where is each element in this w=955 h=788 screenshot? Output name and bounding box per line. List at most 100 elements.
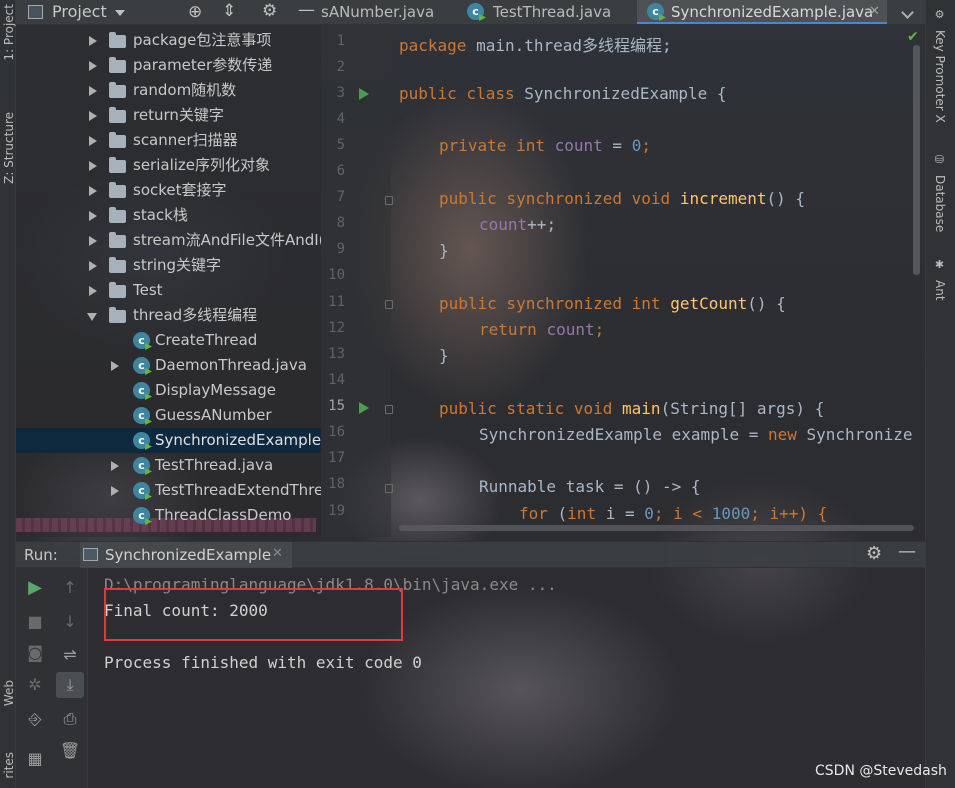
run-main-icon[interactable]: [359, 402, 369, 414]
print-icon[interactable]: ⎙: [59, 708, 81, 730]
expand-arrow-icon[interactable]: [89, 186, 97, 196]
expand-arrow-icon[interactable]: [89, 36, 97, 46]
expand-arrow-icon[interactable]: [89, 211, 97, 221]
number: 0: [644, 504, 654, 523]
locate-icon[interactable]: ⊕: [188, 2, 202, 22]
tab-test-thread[interactable]: c TestThread.java: [459, 0, 634, 24]
run-class-icon[interactable]: [359, 88, 369, 100]
key-promoter-tab[interactable]: Key Promoter X: [933, 30, 947, 123]
layout-icon[interactable]: ▦: [24, 748, 46, 770]
close-icon[interactable]: ✕: [869, 0, 880, 24]
up-arrow-icon[interactable]: ↑: [59, 577, 81, 599]
folder-icon: [109, 232, 126, 248]
fold-icon[interactable]: [385, 405, 393, 414]
debug-icon[interactable]: ✲: [24, 674, 46, 696]
field: count: [554, 136, 603, 155]
tree-item[interactable]: package包注意事项: [16, 28, 321, 53]
tree-item[interactable]: serialize序列化对象: [16, 153, 321, 178]
folder-icon: [109, 132, 126, 148]
tree-item[interactable]: c GuessANumber: [16, 403, 321, 428]
tree-item[interactable]: c TestThreadExtendThre: [16, 478, 321, 503]
tab-guess-a-number[interactable]: sANumber.java: [321, 0, 456, 24]
tree-item[interactable]: Test: [16, 278, 321, 303]
structure-tool-tab[interactable]: Z: Structure: [2, 112, 16, 184]
tree-item-label: random随机数: [133, 81, 237, 99]
tree-item-label: parameter参数传递: [133, 56, 273, 74]
tree-item[interactable]: return关键字: [16, 103, 321, 128]
tree-item[interactable]: scanner扫描器: [16, 128, 321, 153]
expand-arrow-icon[interactable]: [89, 236, 97, 246]
editor-vertical-scrollbar[interactable]: [913, 45, 920, 275]
collapse-arrow-icon[interactable]: [87, 313, 97, 321]
close-icon[interactable]: ✕: [272, 546, 283, 561]
fold-icon[interactable]: [385, 484, 393, 493]
tree-item[interactable]: thread多线程编程: [16, 303, 321, 328]
inspection-ok-icon[interactable]: ✔: [907, 29, 919, 45]
minimize-icon[interactable]: —: [898, 541, 916, 562]
project-header: Project ⊕ ⇕ ⚙ —: [16, 0, 321, 25]
tree-item[interactable]: socket套接字: [16, 178, 321, 203]
tab-synchronized-example[interactable]: c SynchronizedExample.java ✕: [637, 0, 887, 24]
tree-item[interactable]: c ThreadClassDemo: [16, 503, 321, 528]
key-promoter-icon: ⚙: [933, 8, 946, 21]
down-arrow-icon[interactable]: ↓: [59, 611, 81, 633]
tree-item[interactable]: parameter参数传递: [16, 53, 321, 78]
left-tool-strip: 1: Project Z: Structure Web rites: [0, 0, 16, 788]
expand-arrow-icon[interactable]: [89, 111, 97, 121]
ant-tab[interactable]: Ant: [933, 280, 947, 301]
fold-icon[interactable]: [385, 300, 393, 309]
tree-item-selected[interactable]: c SynchronizedExample: [16, 428, 321, 453]
rerun-icon[interactable]: ▶: [24, 577, 46, 599]
gear-icon[interactable]: ⚙: [866, 543, 882, 564]
expand-arrow-icon[interactable]: [111, 361, 119, 371]
expand-arrow-icon[interactable]: [89, 136, 97, 146]
editor-horizontal-scrollbar[interactable]: [399, 525, 914, 531]
expand-arrow-icon[interactable]: [89, 161, 97, 171]
class-icon: c: [467, 3, 484, 20]
database-tab[interactable]: Database: [933, 175, 947, 232]
code-text: }: [439, 241, 449, 260]
collapse-icon[interactable]: ⇕: [222, 1, 236, 21]
login-icon[interactable]: ⎆: [24, 708, 46, 730]
expand-arrow-icon[interactable]: [89, 86, 97, 96]
tree-item[interactable]: c CreateThread: [16, 328, 321, 353]
line-number: 10: [328, 267, 345, 283]
tree-item[interactable]: string关键字: [16, 253, 321, 278]
code-line-15: public static void main(String[] args) {: [439, 399, 824, 418]
camera-icon[interactable]: ◙: [24, 642, 46, 664]
tree-item[interactable]: random随机数: [16, 78, 321, 103]
gear-icon[interactable]: ⚙: [262, 1, 277, 21]
tab-label: TestThread.java: [493, 3, 612, 21]
expand-arrow-icon[interactable]: [111, 486, 119, 496]
tree-item[interactable]: c DisplayMessage: [16, 378, 321, 403]
code-text: ; i <: [653, 504, 712, 523]
favorites-tool-tab[interactable]: rites: [2, 752, 16, 779]
tree-item-label: SynchronizedExample: [155, 431, 321, 449]
class-icon: c: [133, 382, 150, 399]
expand-arrow-icon[interactable]: [89, 286, 97, 296]
chevron-down-icon[interactable]: [901, 6, 914, 19]
scroll-to-end-icon[interactable]: ⤓: [56, 672, 84, 698]
web-tool-tab[interactable]: Web: [2, 680, 16, 706]
chevron-down-icon[interactable]: [115, 10, 125, 16]
tree-item[interactable]: stream流AndFile文件AndI(: [16, 228, 321, 253]
fold-icon[interactable]: [385, 196, 393, 205]
class-icon: c: [133, 332, 150, 349]
expand-arrow-icon[interactable]: [89, 261, 97, 271]
line-number: 6: [336, 163, 345, 179]
soft-wrap-icon[interactable]: ⇌: [59, 644, 81, 666]
class-icon: c: [133, 432, 150, 449]
expand-arrow-icon[interactable]: [111, 461, 119, 471]
project-tool-tab[interactable]: 1: Project: [2, 4, 16, 61]
tree-item[interactable]: c TestThread.java: [16, 453, 321, 478]
tree-item[interactable]: stack栈: [16, 203, 321, 228]
code-editor[interactable]: 1 2 3 4 5 6 7 8 9 10 11 12 13 14 15 16 1…: [321, 25, 925, 537]
project-title[interactable]: Project: [52, 2, 107, 21]
tree-item-label: return关键字: [133, 106, 224, 124]
stop-icon[interactable]: ■: [24, 611, 46, 633]
code-line-13: }: [439, 346, 449, 365]
trash-icon[interactable]: 🗑: [59, 740, 81, 762]
expand-arrow-icon[interactable]: [89, 61, 97, 71]
minimize-icon[interactable]: —: [298, 0, 315, 20]
tree-item[interactable]: c DaemonThread.java: [16, 353, 321, 378]
